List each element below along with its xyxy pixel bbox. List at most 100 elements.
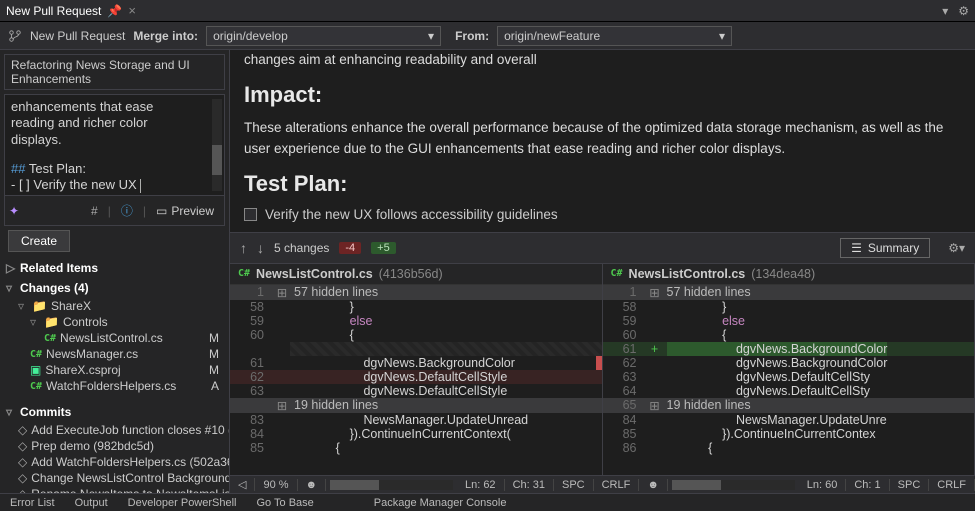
csproj-icon: ▣ (30, 363, 41, 377)
bottom-tool-tabs: Error List Output Developer PowerShell G… (0, 493, 975, 511)
summary-icon: ☰ (851, 241, 862, 255)
health-icon[interactable]: ☻ (639, 479, 668, 491)
diff-panes: C# NewsListControl.cs (4136b56d) 1⊞57 hi… (230, 264, 975, 475)
commit-icon: ◇ (18, 439, 27, 453)
tree-folder-sharex[interactable]: ▿📁ShareX (0, 298, 229, 314)
status-indent[interactable]: SPC (554, 479, 594, 491)
toolbar-title: New Pull Request (30, 29, 125, 43)
editor-line: displays. (11, 132, 218, 148)
hscrollbar-left[interactable] (330, 480, 453, 490)
tree-folder-controls[interactable]: ▿📁Controls (0, 314, 229, 330)
commit-row[interactable]: ◇Rename NewsItems to NewsItemsList #19 (… (0, 486, 229, 493)
file-header-left: C# NewsListControl.cs (4136b56d) (230, 264, 602, 285)
merge-into-label: Merge into: (133, 29, 198, 43)
chevron-down-icon: ▾ (719, 29, 725, 43)
markdown-icon[interactable]: # (91, 204, 98, 218)
info-icon[interactable]: ⓘ (121, 202, 133, 219)
tree-file[interactable]: ▣ShareX.csprojM (0, 362, 229, 378)
close-icon[interactable]: × (128, 3, 136, 18)
tree-file[interactable]: C#NewsManager.csM (0, 346, 229, 362)
pin-icon[interactable]: 📌 (107, 4, 122, 18)
tab-error-list[interactable]: Error List (0, 497, 65, 509)
preview-button[interactable]: ▭ Preview (156, 204, 214, 218)
cs-icon: C# (44, 333, 56, 344)
status-indent[interactable]: SPC (890, 479, 930, 491)
dropdown-icon[interactable]: ▾ (942, 4, 948, 18)
sidebar: Refactoring News Storage and UI Enhancem… (0, 50, 230, 493)
status-line: Ln: 60 (799, 479, 847, 491)
description-editor[interactable]: enhancements that ease reading and riche… (4, 94, 225, 196)
commit-row[interactable]: ◇Prep demo (982bdc5d) (0, 438, 229, 454)
testplan-label: Verify the new UX follows accessibility … (265, 207, 558, 222)
expand-icon[interactable]: ⊞ (274, 398, 290, 413)
expand-icon[interactable]: ⊞ (274, 285, 290, 300)
document-tab[interactable]: New Pull Request 📌 × (6, 3, 136, 18)
next-change-button[interactable]: ↓ (257, 240, 264, 256)
related-items-section[interactable]: ▷Related Items (0, 258, 229, 278)
preview-icon: ▭ (156, 204, 167, 218)
branch-icon (8, 29, 22, 43)
titlebar: New Pull Request 📌 × ▾ ⚙ (0, 0, 975, 22)
hscrollbar-right[interactable] (672, 480, 795, 490)
file-hash: (4136b56d) (379, 267, 443, 281)
tab-dev-powershell[interactable]: Developer PowerShell (118, 497, 247, 509)
commits-section[interactable]: ▿Commits (0, 402, 229, 422)
editor-line: reading and richer color (11, 115, 218, 131)
zoom-level[interactable]: 90 % (255, 479, 297, 491)
sidebar-tree: ▷Related Items ▿Changes (4) ▿📁ShareX ▿📁C… (0, 256, 229, 493)
diff-pane-right: C# NewsListControl.cs (134dea48) 1⊞57 hi… (603, 264, 975, 475)
cs-icon: C# (238, 268, 250, 279)
summary-button[interactable]: ☰ Summary (840, 238, 930, 258)
commit-row[interactable]: ◇Add ExecuteJob function closes #10 (134… (0, 422, 229, 438)
editor-line: - [ ] Verify the new UX (11, 177, 218, 193)
editor-scrollbar[interactable] (212, 99, 222, 191)
create-button[interactable]: Create (8, 230, 70, 252)
main-area: changes aim at enhancing readability and… (230, 50, 975, 493)
code-area-left[interactable]: 1⊞57 hidden lines 58 } 59 else 60 { 61 d… (230, 285, 602, 475)
changes-section[interactable]: ▿Changes (4) (0, 278, 229, 298)
checkbox-icon[interactable] (244, 208, 257, 221)
status-eol[interactable]: CRLF (594, 479, 640, 491)
diff-statusbar: ◁ 90 % ☻ Ln: 62 Ch: 31 SPC CRLF ☻ Ln: 60… (230, 475, 975, 493)
diff-settings-button[interactable]: ⚙▾ (948, 241, 965, 255)
commit-icon: ◇ (18, 423, 27, 437)
testplan-item[interactable]: Verify the new UX follows accessibility … (244, 207, 961, 222)
tree-file[interactable]: C#NewsListControl.csM (0, 330, 229, 346)
status-eol[interactable]: CRLF (929, 479, 975, 491)
deletions-badge: -4 (339, 242, 361, 254)
sparkle-icon[interactable]: ✦ (9, 204, 19, 218)
file-hash: (134dea48) (751, 267, 815, 281)
folder-icon: 📁 (32, 299, 47, 313)
tab-go-to-base[interactable]: Go To Base (247, 497, 324, 509)
from-dropdown[interactable]: origin/newFeature ▾ (497, 26, 732, 46)
health-icon[interactable]: ☻ (298, 479, 327, 491)
expand-icon[interactable]: ⊞ (647, 398, 663, 413)
tab-output[interactable]: Output (65, 497, 118, 509)
tab-pkg-mgr-console[interactable]: Package Manager Console (364, 497, 517, 509)
pr-toolbar: New Pull Request Merge into: origin/deve… (0, 22, 975, 50)
commit-row[interactable]: ◇Add WatchFoldersHelpers.cs (502a3629) (0, 454, 229, 470)
tree-file[interactable]: C#WatchFoldersHelpers.csA (0, 378, 229, 394)
impact-paragraph: These alterations enhance the overall pe… (244, 118, 961, 159)
testplan-heading: Test Plan: (244, 171, 961, 197)
pr-title-input[interactable]: Refactoring News Storage and UI Enhancem… (4, 54, 225, 90)
folder-icon: 📁 (44, 315, 59, 329)
cs-icon: C# (611, 268, 623, 279)
commit-row[interactable]: ◇Change NewsListControl Background Color… (0, 470, 229, 486)
gear-icon[interactable]: ⚙ (958, 4, 969, 18)
prev-change-button[interactable]: ↑ (240, 240, 247, 256)
expand-icon[interactable]: ⊞ (647, 285, 663, 300)
merge-into-dropdown[interactable]: origin/develop ▾ (206, 26, 441, 46)
editor-line: ## Test Plan: (11, 161, 218, 177)
commit-icon: ◇ (18, 487, 27, 493)
tab-label: New Pull Request (6, 4, 101, 18)
additions-badge: +5 (371, 242, 396, 254)
from-branch-value: origin/newFeature (504, 29, 600, 43)
from-label: From: (455, 29, 489, 43)
impact-heading: Impact: (244, 82, 961, 108)
diff-pane-left: C# NewsListControl.cs (4136b56d) 1⊞57 hi… (230, 264, 603, 475)
file-name: NewsListControl.cs (629, 267, 746, 281)
diff-toolbar: ↑ ↓ 5 changes -4 +5 ☰ Summary ⚙▾ (230, 232, 975, 264)
status-line: Ln: 62 (457, 479, 505, 491)
code-area-right[interactable]: 1⊞57 hidden lines 58 } 59 else 60 { 61+ … (603, 285, 975, 475)
